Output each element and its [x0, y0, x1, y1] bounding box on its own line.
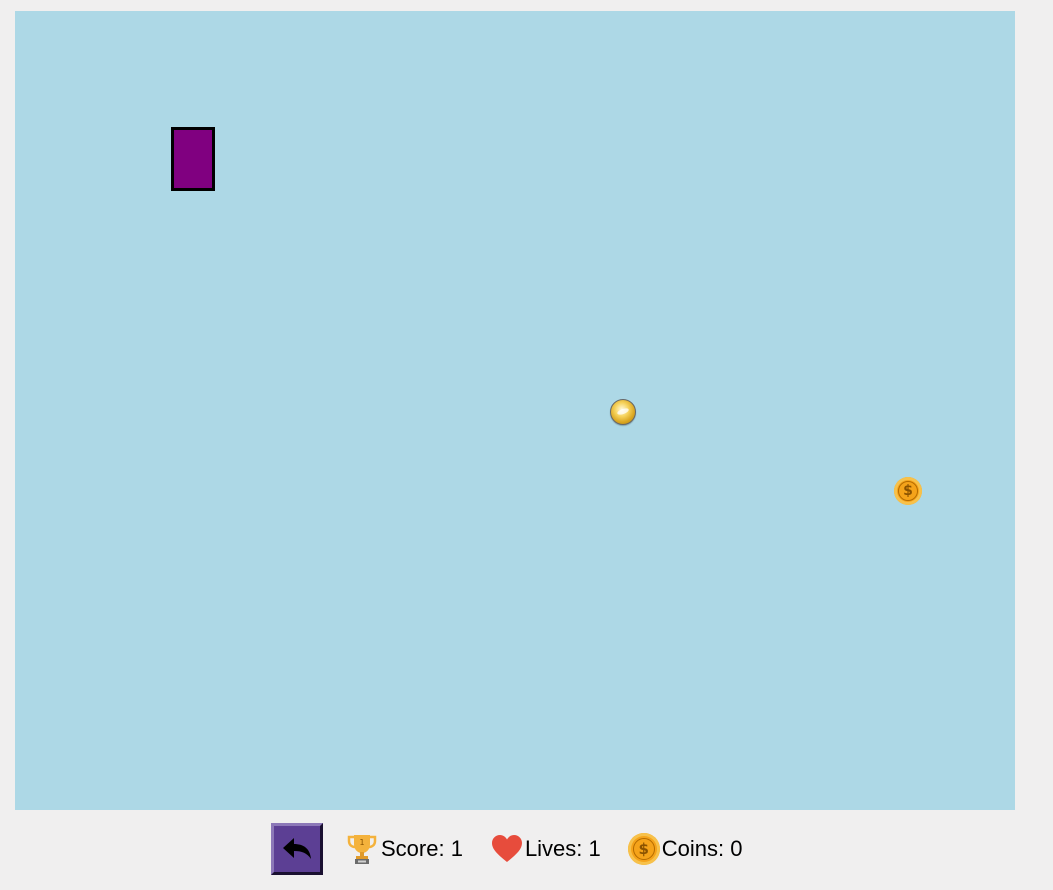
hud-coin-symbol: $ [632, 838, 655, 860]
score-label: Score: 1 [381, 836, 463, 861]
coins-label: Coins: 0 [661, 836, 743, 861]
game-canvas[interactable]: $ [15, 11, 1015, 810]
coin-icon: $ [894, 477, 922, 505]
ball-icon [610, 399, 636, 425]
undo-arrow-icon [283, 838, 311, 859]
lives-display: Lives: 1 [491, 823, 601, 875]
heart-icon [491, 834, 523, 864]
coin-symbol: $ [898, 481, 918, 501]
hud-bar: 1 Score: 1 Lives: 1 $ Coins: 0 [271, 823, 742, 875]
score-display: 1 Score: 1 [345, 823, 463, 875]
lives-label: Lives: 1 [524, 836, 601, 861]
hud-coin: $ [627, 833, 660, 865]
back-button[interactable] [271, 823, 323, 875]
svg-text:1: 1 [359, 838, 364, 847]
trophy-icon: 1 [345, 832, 379, 866]
coins-display: $ Coins: 0 [627, 823, 743, 875]
coin-icon: $ [627, 833, 660, 865]
player-block [171, 127, 215, 191]
